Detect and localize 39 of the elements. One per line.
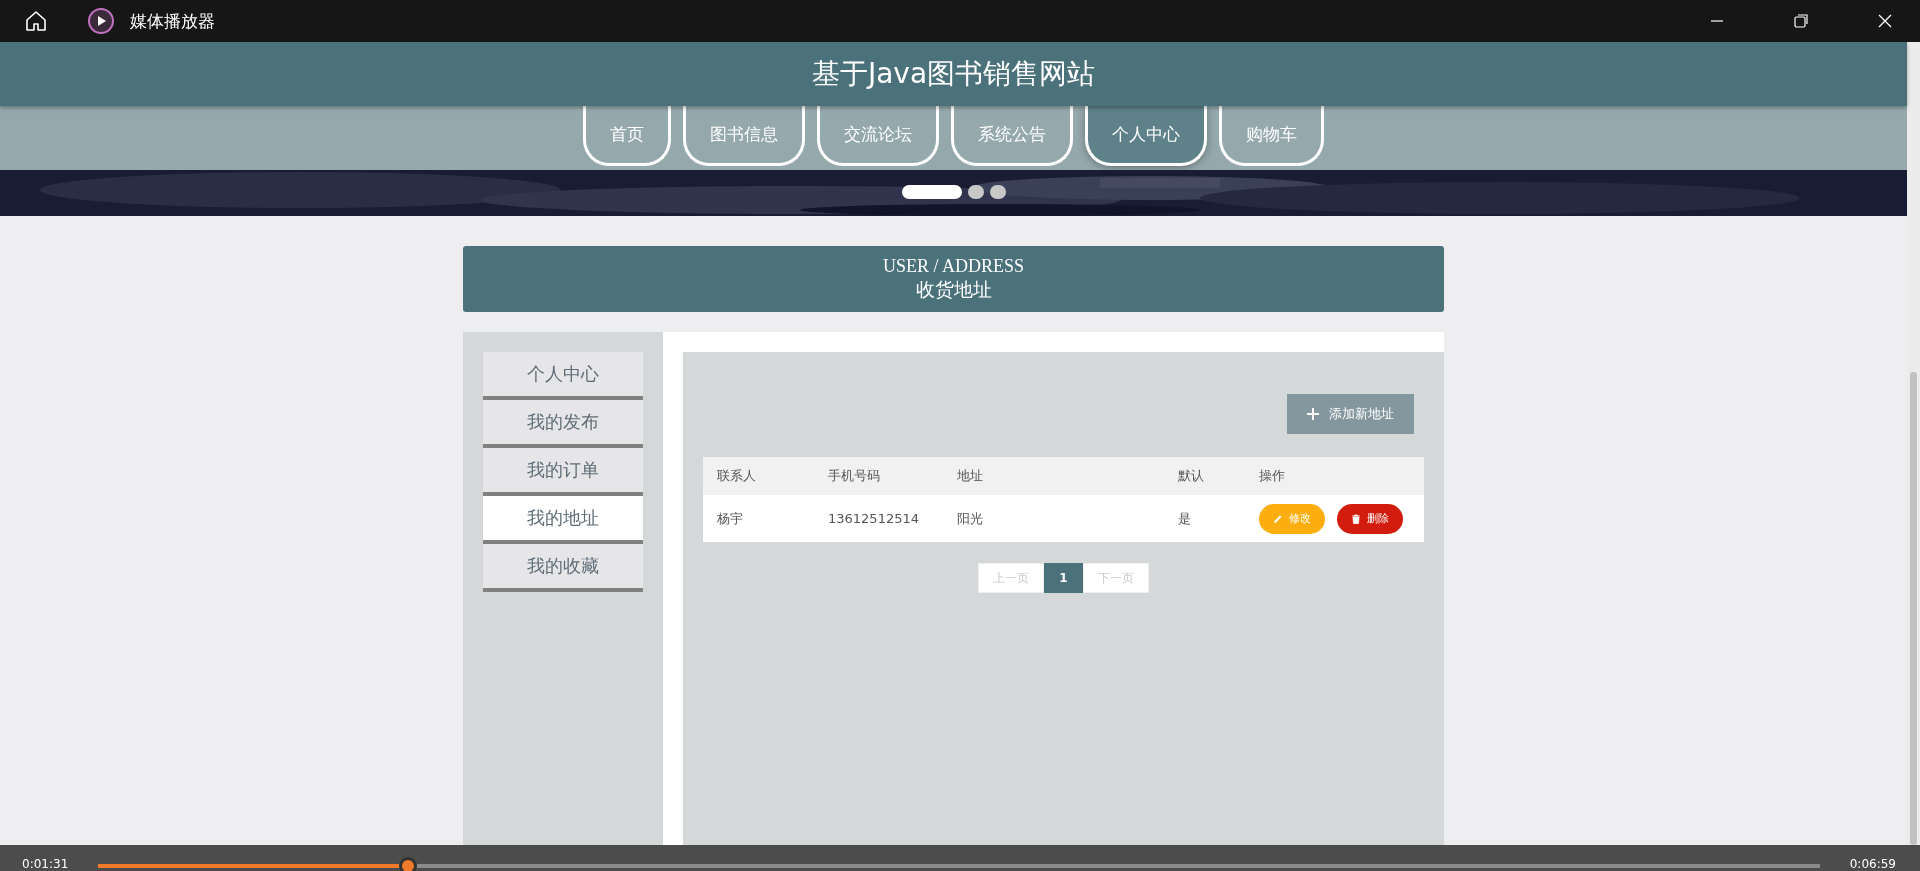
- play-icon: [88, 8, 114, 34]
- nav-tab[interactable]: 个人中心: [1085, 106, 1207, 166]
- table-cell-text: 阳光: [957, 509, 984, 528]
- page-number-button[interactable]: 1: [1044, 563, 1083, 593]
- plus-icon: [1307, 408, 1319, 420]
- section-title: 收货地址: [915, 277, 992, 302]
- nav-tab[interactable]: 交流论坛: [817, 106, 939, 166]
- trash-icon: [1351, 513, 1361, 524]
- nav-tab[interactable]: 购物车: [1219, 106, 1324, 166]
- sidebar-item[interactable]: 我的收藏: [483, 544, 643, 592]
- nav-tab[interactable]: 图书信息: [683, 106, 805, 166]
- sidebar-item[interactable]: 我的订单: [483, 448, 643, 496]
- table-cell-text: 杨宇: [717, 509, 744, 528]
- table-cell-text: 是: [1178, 509, 1192, 528]
- section-title-en: USER / ADDRESS: [882, 255, 1024, 277]
- sidebar-item[interactable]: 我的地址: [483, 496, 643, 544]
- column-header: 操作: [1259, 467, 1286, 485]
- pencil-icon: [1273, 513, 1283, 524]
- table-cell-text: 13612512514: [828, 511, 920, 526]
- edit-button[interactable]: 修改: [1259, 503, 1325, 534]
- total-time: 0:06:59: [1849, 857, 1896, 871]
- column-header: 手机号码: [828, 467, 881, 485]
- delete-button[interactable]: 删除: [1337, 503, 1403, 534]
- sidebar-item[interactable]: 个人中心: [483, 352, 643, 400]
- column-header: 默认: [1178, 467, 1205, 485]
- elapsed-time: 0:01:31: [22, 857, 69, 871]
- close-icon[interactable]: [1877, 13, 1893, 29]
- site-title: 基于Java图书销售网站: [811, 56, 1096, 92]
- sidebar-item[interactable]: 我的发布: [483, 400, 643, 448]
- progress-handle[interactable]: [399, 857, 418, 871]
- window-title: 媒体播放器: [130, 9, 215, 33]
- nav-tab[interactable]: 首页: [583, 106, 671, 166]
- add-address-button[interactable]: 添加新地址: [1287, 394, 1414, 434]
- column-header: 联系人: [717, 467, 757, 485]
- restore-icon[interactable]: [1793, 13, 1809, 29]
- scrollbar[interactable]: [1907, 42, 1920, 845]
- column-header: 地址: [957, 467, 984, 485]
- home-icon[interactable]: [24, 9, 48, 33]
- nav-tab[interactable]: 系统公告: [951, 106, 1073, 166]
